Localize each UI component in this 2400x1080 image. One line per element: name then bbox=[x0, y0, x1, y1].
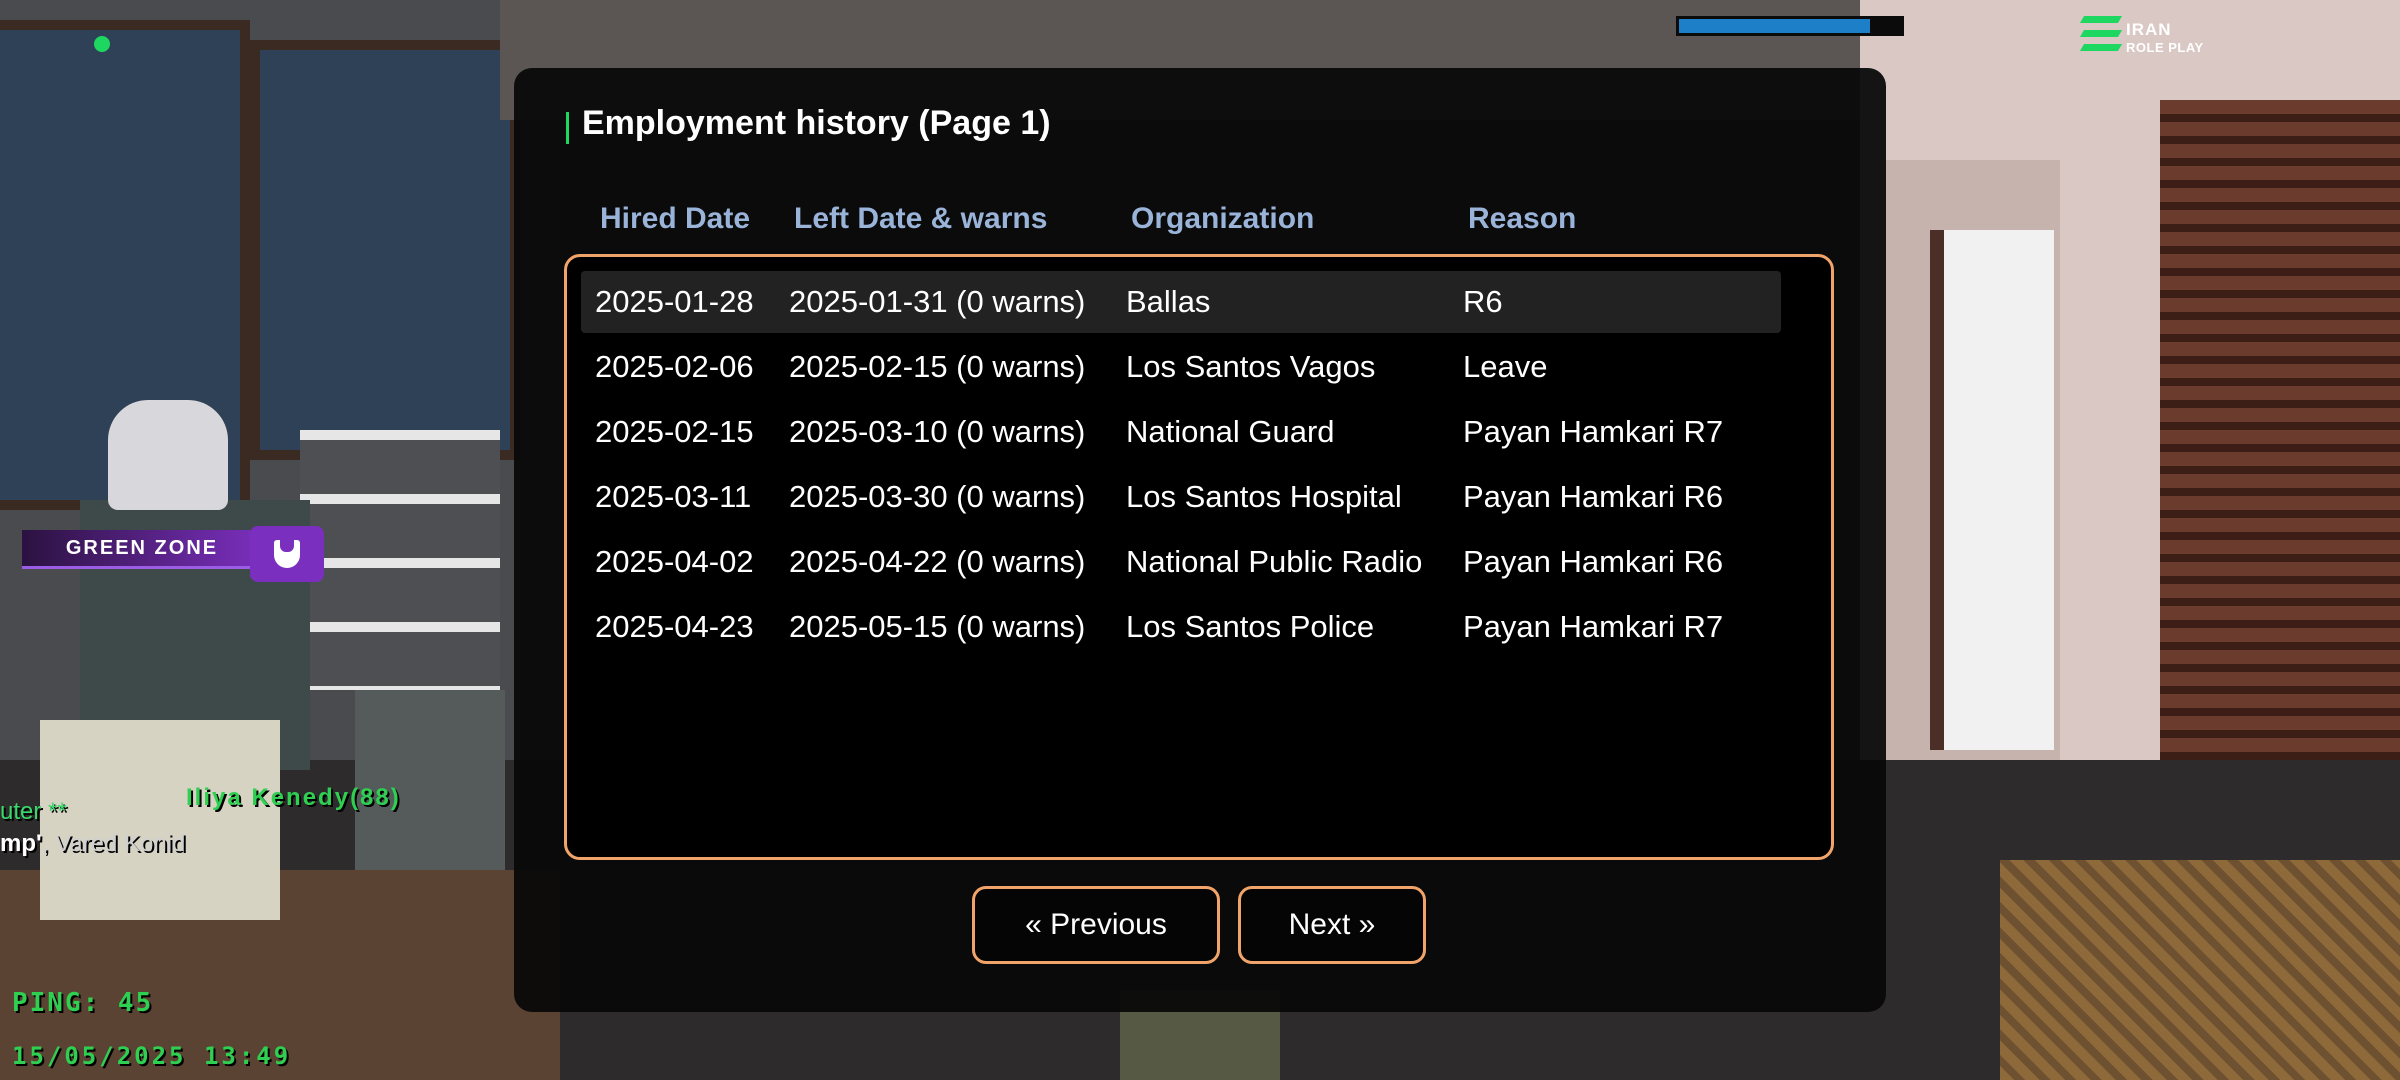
cell-hired-date: 2025-02-06 bbox=[595, 349, 754, 384]
cell-hired-date: 2025-01-28 bbox=[595, 284, 754, 319]
player-nametag: Iliya Kenedy(88) bbox=[186, 784, 401, 811]
list-item[interactable]: 2025-04-23 2025-05-15 (0 warns) Los Sant… bbox=[581, 596, 1781, 658]
column-header-left-date: Left Date & warns bbox=[794, 202, 1048, 235]
cell-hired-date: 2025-03-11 bbox=[595, 479, 752, 514]
list-item[interactable]: 2025-01-28 2025-01-31 (0 warns) Ballas R… bbox=[581, 271, 1781, 333]
list-item[interactable]: 2025-02-15 2025-03-10 (0 warns) National… bbox=[581, 401, 1781, 463]
scene-chair bbox=[2000, 860, 2400, 1080]
scene-door bbox=[1930, 230, 2054, 750]
cell-left-date: 2025-01-31 (0 warns) bbox=[789, 284, 1086, 319]
chat-line: mp', Vared Konid bbox=[0, 830, 185, 858]
scene-window bbox=[250, 40, 520, 460]
cell-organization: Los Santos Hospital bbox=[1126, 479, 1402, 514]
scene-water-bottle bbox=[108, 400, 228, 510]
cell-reason: R6 bbox=[1463, 284, 1503, 319]
status-dot-icon bbox=[94, 36, 110, 52]
zone-icon-box bbox=[250, 526, 324, 582]
scene-shelf bbox=[300, 430, 500, 690]
cell-hired-date: 2025-04-23 bbox=[595, 609, 754, 644]
column-header-hired-date: Hired Date bbox=[600, 202, 751, 235]
cell-organization: Los Santos Vagos bbox=[1126, 349, 1376, 384]
cell-reason: Payan Hamkari R7 bbox=[1463, 414, 1724, 449]
chat-line-rest: , Vared Konid bbox=[41, 830, 186, 857]
title-accent-bar bbox=[566, 112, 569, 144]
ping-readout: PING: 45 bbox=[12, 988, 154, 1018]
cell-reason: Leave bbox=[1463, 349, 1548, 384]
cell-left-date: 2025-03-30 (0 warns) bbox=[789, 479, 1086, 514]
cell-hired-date: 2025-02-15 bbox=[595, 414, 754, 449]
datetime-readout: 15/05/2025 13:49 bbox=[12, 1042, 292, 1070]
history-list[interactable]: 2025-01-28 2025-01-31 (0 warns) Ballas R… bbox=[564, 254, 1834, 860]
scene-computer bbox=[40, 720, 280, 920]
logo-line-1: IRAN bbox=[2126, 20, 2172, 39]
scene-window-blind bbox=[2160, 100, 2400, 860]
cell-organization: National Guard bbox=[1126, 414, 1335, 449]
cell-organization: National Public Radio bbox=[1126, 544, 1423, 579]
server-logo: IRAN ROLE PLAY bbox=[2079, 14, 2222, 58]
cell-left-date: 2025-03-10 (0 warns) bbox=[789, 414, 1086, 449]
zone-label: GREEN ZONE bbox=[22, 530, 262, 569]
employment-history-dialog: Employment history (Page 1) Hired Date L… bbox=[514, 68, 1886, 1012]
cell-organization: Ballas bbox=[1126, 284, 1211, 319]
column-header-organization: Organization bbox=[1131, 202, 1315, 235]
list-item[interactable]: 2025-03-11 2025-03-30 (0 warns) Los Sant… bbox=[581, 466, 1781, 528]
cell-reason: Payan Hamkari R6 bbox=[1463, 479, 1724, 514]
top-progress-bar bbox=[1676, 16, 1904, 36]
cell-left-date: 2025-04-22 (0 warns) bbox=[789, 544, 1086, 579]
top-progress-fill bbox=[1679, 19, 1870, 33]
cell-left-date: 2025-02-15 (0 warns) bbox=[789, 349, 1086, 384]
logo-line-2: ROLE PLAY bbox=[2126, 40, 2204, 55]
list-item[interactable]: 2025-02-06 2025-02-15 (0 warns) Los Sant… bbox=[581, 336, 1781, 398]
shield-icon bbox=[274, 540, 300, 568]
cell-reason: Payan Hamkari R6 bbox=[1463, 544, 1724, 579]
chat-line: uter ** bbox=[0, 798, 67, 825]
dialog-title: Employment history (Page 1) bbox=[582, 104, 1051, 142]
column-header-reason: Reason bbox=[1468, 202, 1577, 235]
cell-hired-date: 2025-04-02 bbox=[595, 544, 754, 579]
logo-bars-icon bbox=[2079, 16, 2123, 56]
cell-organization: Los Santos Police bbox=[1126, 609, 1375, 644]
list-item[interactable]: 2025-04-02 2025-04-22 (0 warns) National… bbox=[581, 531, 1781, 593]
chat-line-bold: mp' bbox=[0, 830, 42, 857]
cell-reason: Payan Hamkari R7 bbox=[1463, 609, 1724, 644]
zone-badge: GREEN ZONE bbox=[22, 526, 324, 582]
cell-left-date: 2025-05-15 (0 warns) bbox=[789, 609, 1086, 644]
next-page-button[interactable]: Next » bbox=[1238, 886, 1426, 964]
previous-page-button[interactable]: « Previous bbox=[972, 886, 1220, 964]
